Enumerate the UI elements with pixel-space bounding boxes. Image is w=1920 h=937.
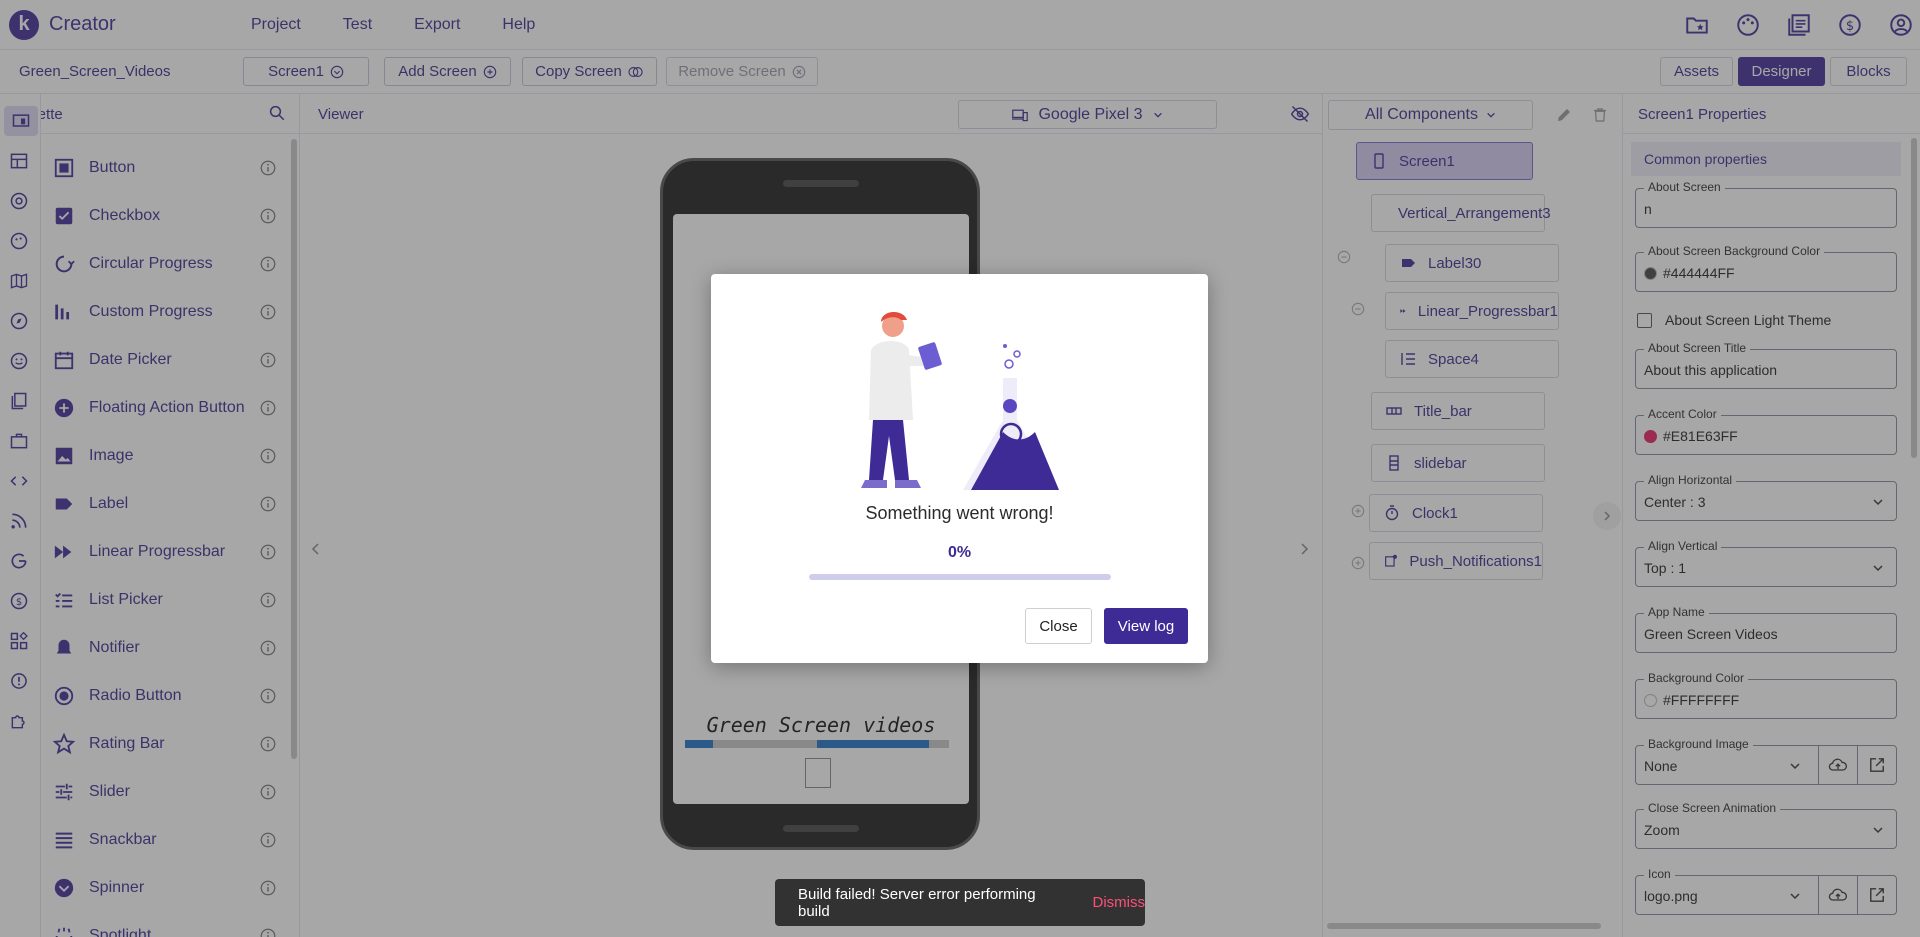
progress-percent: 0% xyxy=(947,544,972,561)
view-log-button[interactable]: View log xyxy=(1104,608,1188,644)
snackbar-message: Build failed! Server error performing bu… xyxy=(798,885,1036,920)
build-progress-bar xyxy=(809,574,1111,580)
scientist-illustration xyxy=(861,311,1059,490)
dialog-message: Something went wrong! xyxy=(865,503,1054,523)
build-dialog: Something went wrong! 0% Close View log xyxy=(711,274,1208,663)
dismiss-button[interactable]: Dismiss xyxy=(1093,894,1146,911)
close-button[interactable]: Close xyxy=(1025,608,1092,644)
snackbar: Build failed! Server error performing bu… xyxy=(775,879,1145,926)
